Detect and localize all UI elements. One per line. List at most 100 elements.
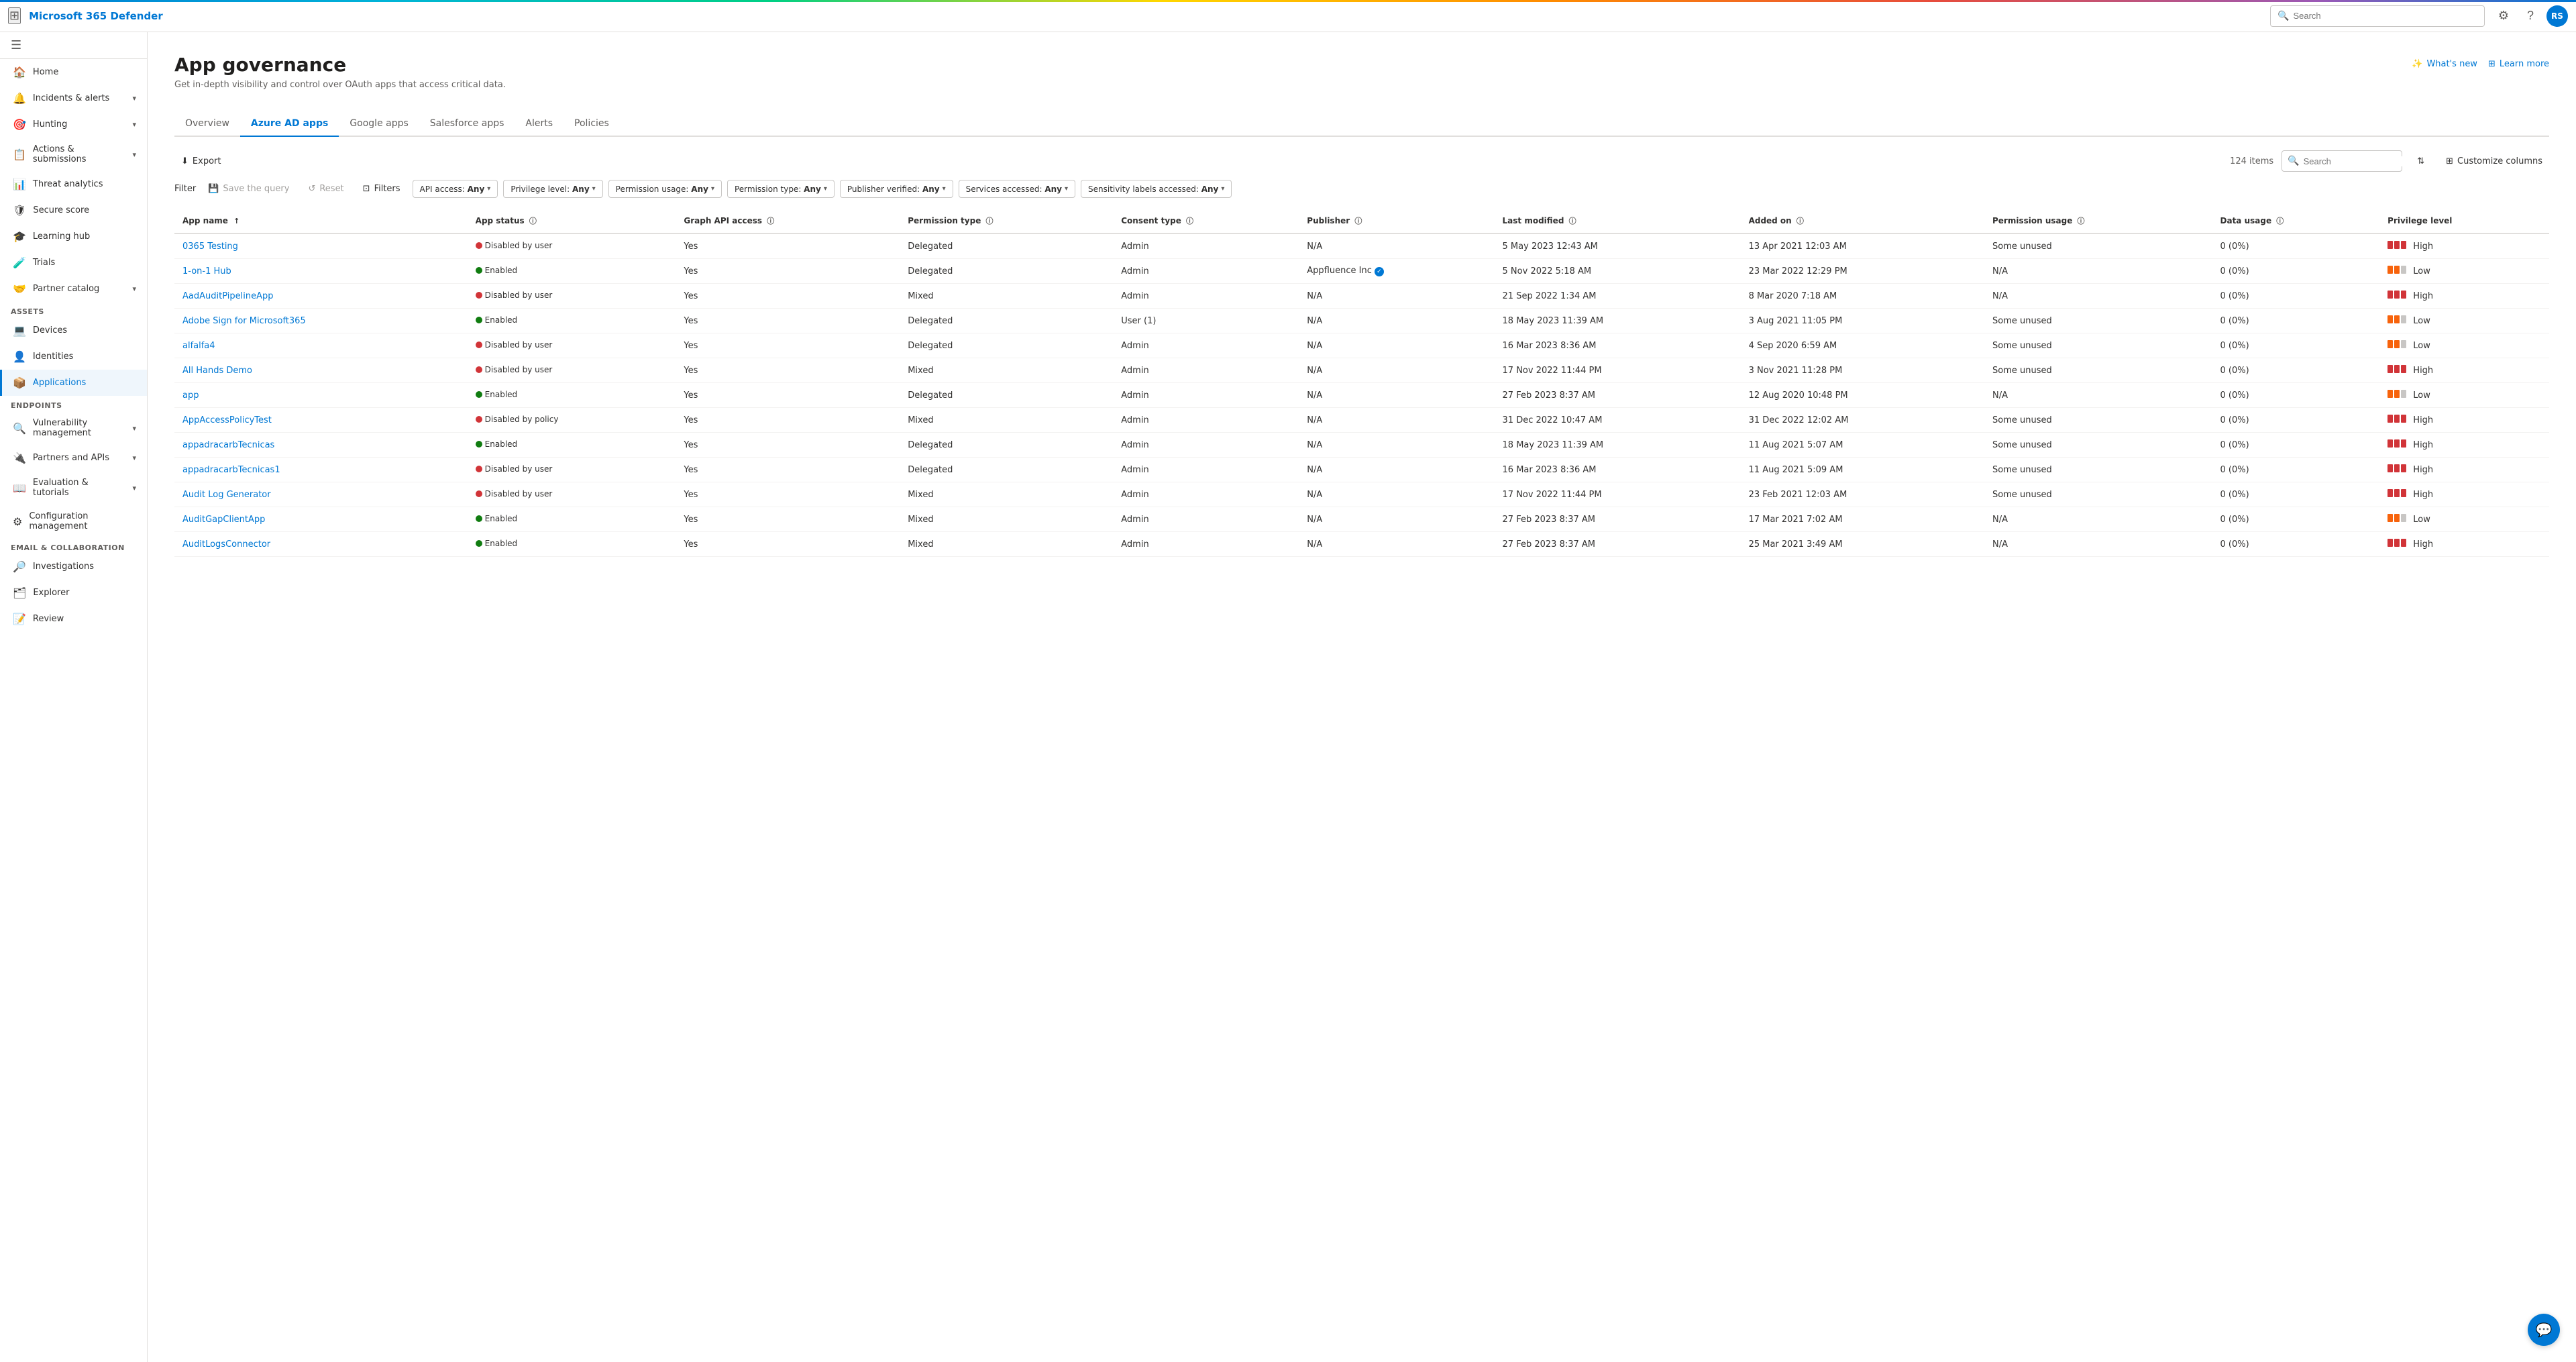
sidebar-item-actions[interactable]: 📋 Actions & submissions ▾	[0, 138, 147, 171]
app-name-link[interactable]: AuditLogsConnector	[182, 539, 270, 549]
grid-menu-button[interactable]: ⊞	[8, 7, 21, 24]
content-area: App governance Get in-depth visibility a…	[148, 32, 2576, 1362]
help-button[interactable]: ?	[2520, 5, 2541, 27]
sort-group-button[interactable]: ⇅	[2410, 152, 2431, 170]
sidebar-item-incidents[interactable]: 🔔 Incidents & alerts ▾	[0, 85, 147, 111]
cell-app-name[interactable]: AppAccessPolicyTest	[174, 408, 468, 433]
vulnerability-icon: 🔍	[13, 422, 26, 435]
cell-app-name[interactable]: appadracarbTecnicas	[174, 433, 468, 458]
filter-permission-usage[interactable]: Permission usage: Any ▾	[608, 180, 722, 198]
app-name-link[interactable]: 1-on-1 Hub	[182, 266, 231, 276]
export-button[interactable]: ⬇ Export	[174, 152, 227, 170]
cell-last-modified: 18 May 2023 11:39 AM	[1495, 433, 1741, 458]
filter-permission-type[interactable]: Permission type: Any ▾	[727, 180, 835, 198]
avatar[interactable]: RS	[2546, 5, 2568, 27]
config-icon: ⚙	[13, 515, 22, 528]
settings-button[interactable]: ⚙	[2493, 5, 2514, 27]
sidebar-item-partners-apis[interactable]: 🔌 Partners and APIs ▾	[0, 445, 147, 471]
col-data-usage[interactable]: Data usage ⓘ	[2212, 209, 2380, 233]
sidebar-item-applications[interactable]: 📦 Applications	[0, 370, 147, 396]
sidebar-item-trials[interactable]: 🧪 Trials	[0, 250, 147, 276]
cell-app-name[interactable]: Adobe Sign for Microsoft365	[174, 309, 468, 333]
tab-policies[interactable]: Policies	[564, 111, 620, 137]
col-app-status[interactable]: App status ⓘ	[468, 209, 676, 233]
sidebar-item-secure-score[interactable]: 🛡 Secure score	[0, 197, 147, 223]
col-publisher[interactable]: Publisher ⓘ	[1299, 209, 1494, 233]
tabs: Overview Azure AD apps Google apps Sales…	[174, 111, 2549, 137]
cell-app-name[interactable]: AuditLogsConnector	[174, 532, 468, 557]
cell-app-name[interactable]: AadAuditPipelineApp	[174, 284, 468, 309]
sidebar-item-hunting[interactable]: 🎯 Hunting ▾	[0, 111, 147, 138]
cell-app-name[interactable]: AuditGapClientApp	[174, 507, 468, 532]
tab-alerts[interactable]: Alerts	[515, 111, 564, 137]
cell-app-name[interactable]: 1-on-1 Hub	[174, 259, 468, 284]
global-search-input[interactable]	[2293, 11, 2477, 21]
sidebar-item-config[interactable]: ⚙ Configuration management	[0, 505, 147, 538]
app-name-link[interactable]: Adobe Sign for Microsoft365	[182, 316, 306, 326]
app-name-link[interactable]: appadracarbTecnicas1	[182, 465, 280, 475]
col-consent-type[interactable]: Consent type ⓘ	[1113, 209, 1299, 233]
tab-azure-ad-apps[interactable]: Azure AD apps	[240, 111, 339, 137]
cell-added-on: 11 Aug 2021 5:09 AM	[1741, 458, 1984, 482]
col-permission-type[interactable]: Permission type ⓘ	[900, 209, 1113, 233]
cell-app-name[interactable]: Audit Log Generator	[174, 482, 468, 507]
cell-publisher: N/A	[1299, 383, 1494, 408]
sidebar-item-investigations[interactable]: 🔎 Investigations	[0, 554, 147, 580]
sidebar-item-threat-analytics[interactable]: 📊 Threat analytics	[0, 171, 147, 197]
col-last-modified[interactable]: Last modified ⓘ	[1495, 209, 1741, 233]
reset-button[interactable]: ↺ Reset	[301, 180, 350, 198]
learn-more-button[interactable]: ⊞ Learn more	[2488, 59, 2549, 69]
table-search-input[interactable]	[2304, 156, 2422, 166]
cell-app-name[interactable]: appadracarbTecnicas1	[174, 458, 468, 482]
save-query-button[interactable]: 💾 Save the query	[201, 180, 296, 198]
cell-last-modified: 31 Dec 2022 10:47 AM	[1495, 408, 1741, 433]
whats-new-button[interactable]: ✨ What's new	[2412, 59, 2477, 69]
tab-google-apps[interactable]: Google apps	[339, 111, 419, 137]
sidebar-item-review[interactable]: 📝 Review	[0, 606, 147, 632]
col-app-name[interactable]: App name ↑	[174, 209, 468, 233]
page-subtitle: Get in-depth visibility and control over…	[174, 80, 506, 90]
sidebar-collapse-button[interactable]: ☰	[0, 32, 147, 59]
col-permission-usage[interactable]: Permission usage ⓘ	[1984, 209, 2212, 233]
col-added-on[interactable]: Added on ⓘ	[1741, 209, 1984, 233]
sidebar-item-learning-hub[interactable]: 🎓 Learning hub	[0, 223, 147, 250]
sidebar-item-partner[interactable]: 🤝 Partner catalog ▾	[0, 276, 147, 302]
chevron-down-icon: ▾	[132, 120, 136, 129]
tab-salesforce-apps[interactable]: Salesforce apps	[419, 111, 515, 137]
app-name-link[interactable]: AuditGapClientApp	[182, 515, 265, 525]
cell-permission-type: Delegated	[900, 383, 1113, 408]
chat-button[interactable]: 💬	[2528, 1314, 2560, 1346]
filters-button[interactable]: ⊡ Filters	[356, 180, 407, 198]
app-name-link[interactable]: All Hands Demo	[182, 366, 252, 376]
filter-sensitivity-labels[interactable]: Sensitivity labels accessed: Any ▾	[1081, 180, 1232, 198]
chevron-down-icon: ▾	[592, 185, 596, 193]
tab-overview[interactable]: Overview	[174, 111, 240, 137]
col-graph-api[interactable]: Graph API access ⓘ	[676, 209, 900, 233]
col-privilege-level[interactable]: Privilege level	[2379, 209, 2549, 233]
cell-app-name[interactable]: 0365 Testing	[174, 233, 468, 259]
app-name-link[interactable]: app	[182, 390, 199, 401]
cell-app-name[interactable]: app	[174, 383, 468, 408]
sidebar-item-identities[interactable]: 👤 Identities	[0, 344, 147, 370]
filter-privilege-level[interactable]: Privilege level: Any ▾	[503, 180, 602, 198]
filter-api-access[interactable]: API access: Any ▾	[413, 180, 498, 198]
app-name-link[interactable]: Audit Log Generator	[182, 490, 271, 500]
cell-app-name[interactable]: alfalfa4	[174, 333, 468, 358]
sidebar-item-evaluation[interactable]: 📖 Evaluation & tutorials ▾	[0, 471, 147, 505]
app-name-link[interactable]: AppAccessPolicyTest	[182, 415, 272, 425]
sidebar-item-home[interactable]: 🏠 Home	[0, 59, 147, 85]
cell-app-status: Disabled by user	[468, 333, 676, 358]
filter-services-accessed[interactable]: Services accessed: Any ▾	[959, 180, 1075, 198]
sidebar-item-explorer[interactable]: 🗂 Explorer	[0, 580, 147, 606]
app-name-link[interactable]: AadAuditPipelineApp	[182, 291, 273, 301]
filter-publisher-verified[interactable]: Publisher verified: Any ▾	[840, 180, 953, 198]
sidebar-item-label: Investigations	[33, 562, 136, 572]
cell-app-name[interactable]: All Hands Demo	[174, 358, 468, 383]
app-name-link[interactable]: appadracarbTecnicas	[182, 440, 274, 450]
sidebar-item-devices[interactable]: 💻 Devices	[0, 317, 147, 344]
customize-columns-button[interactable]: ⊞ Customize columns	[2439, 152, 2549, 170]
app-name-link[interactable]: 0365 Testing	[182, 242, 238, 252]
app-name-link[interactable]: alfalfa4	[182, 341, 215, 351]
sidebar-item-vulnerability[interactable]: 🔍 Vulnerability management ▾	[0, 411, 147, 445]
cell-added-on: 12 Aug 2020 10:48 PM	[1741, 383, 1984, 408]
